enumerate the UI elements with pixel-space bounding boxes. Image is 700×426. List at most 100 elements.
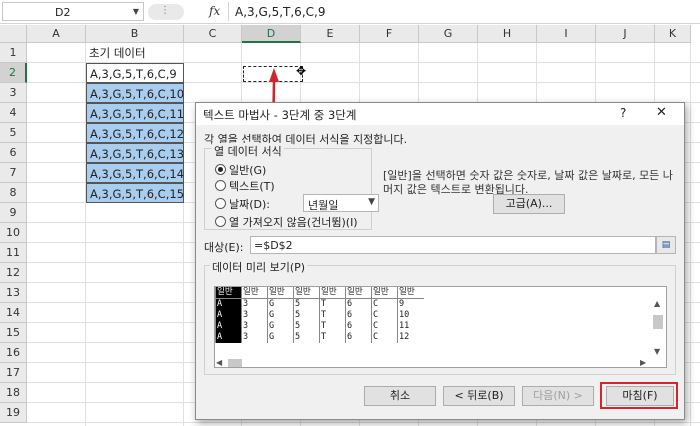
preview-cell[interactable]: G [267, 310, 294, 321]
preview-cell[interactable]: G [267, 332, 294, 343]
row-header-18[interactable]: 18 [0, 383, 27, 403]
preview-cell[interactable]: G [267, 321, 294, 332]
preview-cell[interactable]: 10 [397, 310, 424, 321]
destination-input[interactable]: =$D$2 [250, 236, 656, 254]
preview-cell[interactable]: 9 [397, 298, 424, 310]
column-header-b[interactable]: B [86, 25, 184, 43]
column-header-c[interactable]: C [184, 25, 242, 43]
close-icon[interactable]: ✕ [656, 105, 667, 120]
row-header-14[interactable]: 14 [0, 303, 27, 323]
row-header-12[interactable]: 12 [0, 263, 27, 283]
help-icon[interactable]: ? [620, 106, 626, 120]
cell-b3[interactable]: A,3,G,5,T,6,C,10 [86, 83, 184, 103]
column-header-f[interactable]: F [360, 25, 419, 43]
row-header-1[interactable]: 1 [0, 43, 27, 63]
row-header-2[interactable]: 2 [0, 63, 27, 83]
radio-date[interactable]: 날짜(D): [215, 196, 270, 212]
cell-b8[interactable]: A,3,G,5,T,6,C,15 [86, 183, 184, 203]
preview-cell[interactable]: G [267, 298, 294, 310]
preview-cell[interactable]: A [215, 298, 242, 310]
preview-column-header[interactable]: 일반 [267, 287, 294, 299]
preview-cell[interactable]: 6 [345, 332, 372, 343]
scroll-thumb[interactable] [228, 359, 242, 367]
row-header-4[interactable]: 4 [0, 103, 27, 123]
radio-general[interactable]: 일반(G) [215, 162, 266, 178]
preview-cell[interactable]: 3 [241, 298, 268, 310]
preview-vertical-scrollbar[interactable]: ▲ ▼ [651, 299, 665, 359]
name-box-dropdown-icon[interactable]: ▼ [133, 7, 139, 16]
preview-cell[interactable]: 3 [241, 310, 268, 321]
row-header-3[interactable]: 3 [0, 83, 27, 103]
column-header-i[interactable]: I [537, 25, 596, 43]
cell-b5[interactable]: A,3,G,5,T,6,C,12 [86, 123, 184, 143]
row-header-8[interactable]: 8 [0, 183, 27, 203]
preview-horizontal-scrollbar[interactable]: ◀ ▶ [214, 357, 651, 369]
column-header-d[interactable]: D [242, 25, 301, 43]
preview-cell[interactable]: T [319, 332, 346, 343]
row-header-19[interactable]: 19 [0, 403, 27, 423]
preview-cell[interactable]: A [215, 310, 242, 321]
preview-cell[interactable]: C [371, 298, 398, 310]
preview-cell[interactable]: 5 [293, 332, 320, 343]
formula-bar-resize-handle[interactable]: ⋮ [148, 4, 184, 20]
preview-cell[interactable]: 12 [397, 332, 424, 343]
formula-input[interactable]: A,3,G,5,T,6,C,9 [228, 2, 698, 21]
date-format-select[interactable]: 년월일 ▼ [303, 194, 379, 212]
row-header-9[interactable]: 9 [0, 203, 27, 223]
column-header-e[interactable]: E [301, 25, 360, 43]
row-header-6[interactable]: 6 [0, 143, 27, 163]
preview-cell[interactable]: 6 [345, 298, 372, 310]
preview-column-header[interactable]: 일반 [293, 287, 320, 299]
row-header-16[interactable]: 16 [0, 343, 27, 363]
select-all-corner[interactable] [0, 25, 27, 43]
data-preview[interactable]: 일반 일반 일반 일반 일반 일반 일반 일반 A 3 G 5 T 6 C 9 A 3 G 5 T 6 C 10 A 3 G 5 T 6 C… [214, 286, 667, 368]
preview-cell[interactable]: 6 [345, 321, 372, 332]
next-button[interactable]: 다음(N) > [522, 386, 594, 406]
preview-column-header[interactable]: 일반 [241, 287, 268, 299]
cell-b4[interactable]: A,3,G,5,T,6,C,11 [86, 103, 184, 123]
scroll-down-icon[interactable]: ▼ [654, 347, 660, 356]
row-header-5[interactable]: 5 [0, 123, 27, 143]
preview-column-header[interactable]: 일반 [345, 287, 372, 299]
column-header-h[interactable]: H [478, 25, 537, 43]
column-header-a[interactable]: A [27, 25, 86, 43]
scroll-thumb[interactable] [653, 315, 663, 329]
preview-cell[interactable]: C [371, 332, 398, 343]
preview-cell[interactable]: C [371, 321, 398, 332]
preview-cell[interactable]: 5 [293, 321, 320, 332]
column-header-g[interactable]: G [419, 25, 478, 43]
preview-cell[interactable]: 3 [241, 321, 268, 332]
preview-column-header[interactable]: 일반 [371, 287, 398, 299]
column-header-k[interactable]: K [655, 25, 691, 43]
row-header-13[interactable]: 13 [0, 283, 27, 303]
scroll-up-icon[interactable]: ▲ [654, 299, 660, 308]
preview-cell[interactable]: 11 [397, 321, 424, 332]
preview-cell[interactable]: C [371, 310, 398, 321]
back-button[interactable]: < 뒤로(B) [443, 386, 515, 406]
preview-cell[interactable]: 6 [345, 310, 372, 321]
preview-column-header[interactable]: 일반 [319, 287, 346, 299]
cell-b2[interactable]: A,3,G,5,T,6,C,9 [86, 63, 184, 83]
cell-b7[interactable]: A,3,G,5,T,6,C,14 [86, 163, 184, 183]
scroll-left-icon[interactable]: ◀ [216, 358, 222, 367]
preview-column-header[interactable]: 일반 [215, 287, 242, 299]
preview-cell[interactable]: 3 [241, 332, 268, 343]
name-box[interactable]: D2 ▼ [2, 2, 144, 21]
radio-text[interactable]: 텍스트(T) [215, 178, 275, 194]
preview-cell[interactable]: T [319, 298, 346, 310]
preview-column-header[interactable]: 일반 [397, 287, 424, 299]
row-header-10[interactable]: 10 [0, 223, 27, 243]
row-header-7[interactable]: 7 [0, 163, 27, 183]
preview-cell[interactable]: 5 [293, 298, 320, 310]
preview-cell[interactable]: A [215, 332, 242, 343]
column-header-j[interactable]: J [596, 25, 655, 43]
row-header-15[interactable]: 15 [0, 323, 27, 343]
collapse-dialog-icon[interactable]: ▤ [656, 236, 676, 254]
advanced-button[interactable]: 고급(A)... [493, 194, 565, 214]
preview-table[interactable]: 일반 일반 일반 일반 일반 일반 일반 일반 A 3 G 5 T 6 C 9 A 3 G 5 T 6 C 10 A 3 G 5 T 6 C… [215, 287, 424, 343]
preview-cell[interactable]: T [319, 321, 346, 332]
row-header-11[interactable]: 11 [0, 243, 27, 263]
row-header-17[interactable]: 17 [0, 363, 27, 383]
cancel-button[interactable]: 취소 [364, 386, 436, 406]
cell-b1[interactable]: 초기 데이터 [86, 43, 184, 63]
